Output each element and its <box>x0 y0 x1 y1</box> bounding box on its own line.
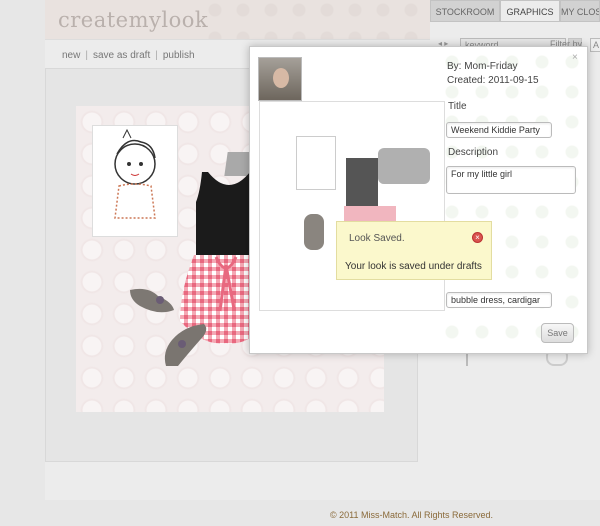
preview-drawing <box>296 136 336 190</box>
footer-copyright: © 2011 Miss-Match. All Rights Reserved. <box>330 510 494 520</box>
tab-graphics[interactable]: GRAPHICS <box>500 0 560 22</box>
description-textarea[interactable]: For my little girl <box>446 166 576 194</box>
notification-message: Your look is saved under drafts <box>345 261 482 272</box>
look-saved-notification: Look Saved. × Your look is saved under d… <box>336 221 492 280</box>
title-label: Title <box>448 101 467 112</box>
separator: | <box>155 50 158 61</box>
top-tabs: STOCKROOM GRAPHICS MY CLOS <box>430 0 600 22</box>
filter-select[interactable]: A <box>590 38 600 52</box>
notification-title: Look Saved. <box>349 233 405 244</box>
close-notification-icon[interactable]: × <box>472 232 483 243</box>
action-links: new | save as draft | publish <box>62 50 195 61</box>
preview-cardigan <box>378 148 430 184</box>
author-text: By: Mom-Friday <box>447 61 518 72</box>
close-icon[interactable]: × <box>572 52 578 63</box>
created-date: Created: 2011-09-15 <box>447 75 539 86</box>
look-meta: By: Mom-Friday Created: 2011-09-15 <box>447 60 539 88</box>
description-label: Description <box>448 147 499 158</box>
child-drawing-image[interactable] <box>92 125 178 237</box>
header-pattern <box>205 0 430 39</box>
gray-shoe-left-image[interactable] <box>128 286 176 316</box>
new-link[interactable]: new <box>62 50 80 61</box>
gray-shoe-right-image[interactable] <box>160 322 212 368</box>
save-button[interactable]: Save <box>541 323 574 343</box>
user-avatar <box>258 57 302 101</box>
title-input[interactable]: Weekend Kiddie Party <box>446 122 552 138</box>
tags-input[interactable]: bubble dress, cardigar <box>446 292 552 308</box>
avatar-face <box>273 68 289 88</box>
publish-link[interactable]: publish <box>163 50 195 61</box>
tab-stockroom[interactable]: STOCKROOM <box>430 0 500 22</box>
preview-tank-top <box>346 158 378 208</box>
site-logo[interactable]: createmylook <box>58 8 208 32</box>
separator: | <box>85 50 88 61</box>
tab-my-closet[interactable]: MY CLOS <box>560 0 600 22</box>
save-as-draft-link[interactable]: save as draft <box>93 50 150 61</box>
preview-shoes <box>304 214 324 250</box>
